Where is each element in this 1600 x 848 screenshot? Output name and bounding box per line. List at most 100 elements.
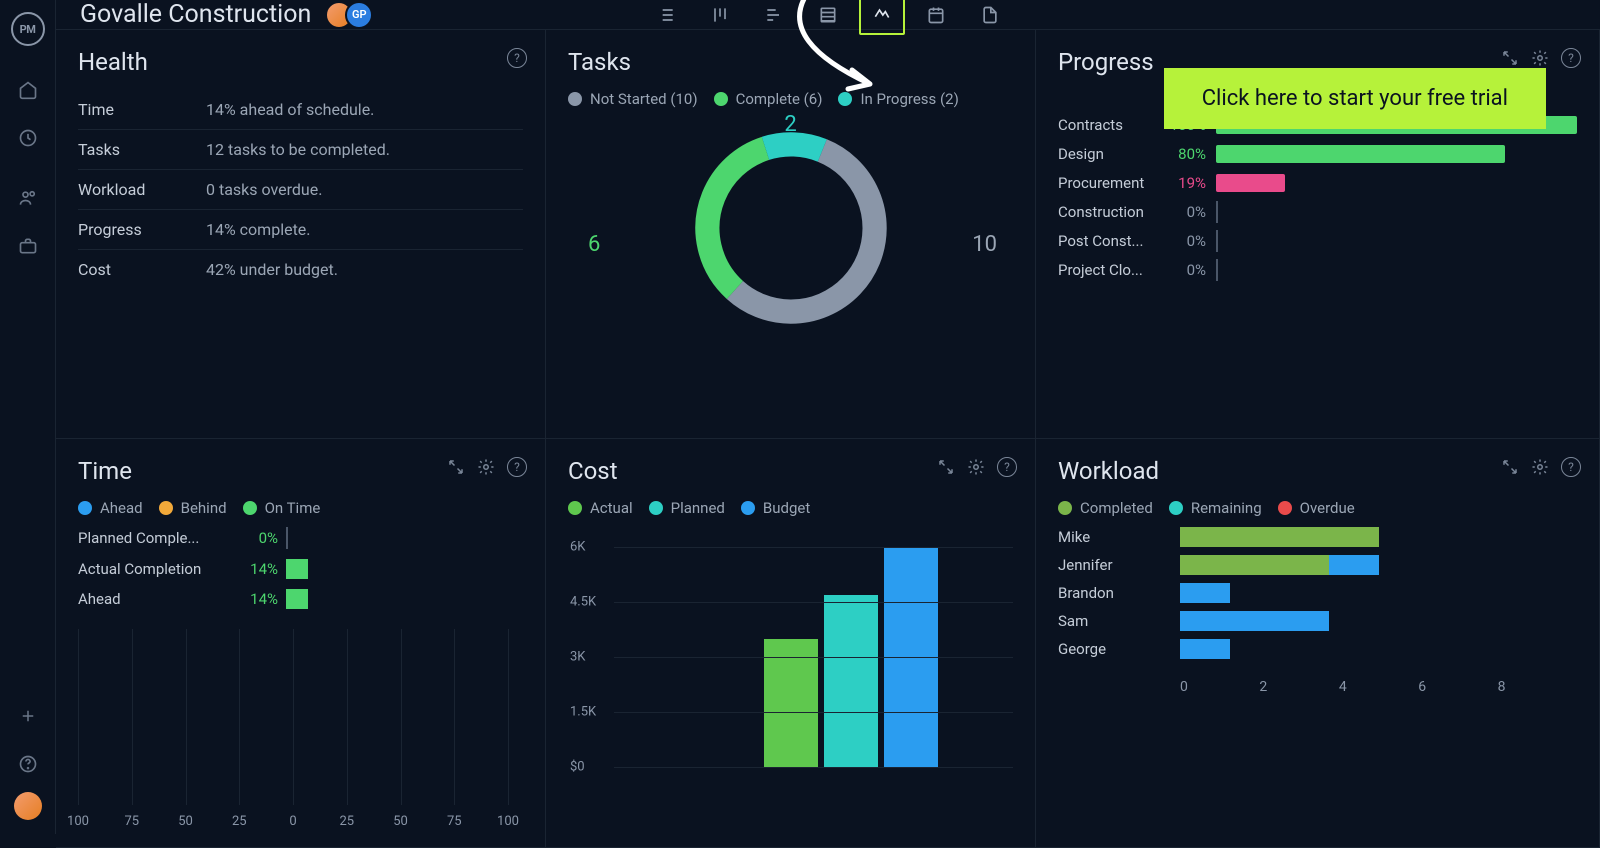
workload-bars xyxy=(1180,527,1577,547)
expand-icon[interactable] xyxy=(447,457,465,477)
legend-item[interactable]: Ahead xyxy=(78,499,143,517)
health-value: 14% complete. xyxy=(206,220,311,239)
gear-icon[interactable] xyxy=(967,457,985,477)
progress-pct: 0% xyxy=(1158,261,1206,279)
axis-label: 0 xyxy=(289,814,296,829)
health-row: Workload 0 tasks overdue. xyxy=(78,170,523,210)
briefcase-icon[interactable] xyxy=(8,226,48,266)
axis-label: 25 xyxy=(339,814,354,829)
workload-seg xyxy=(1180,639,1230,659)
time-pct: 14% xyxy=(228,560,278,578)
expand-icon[interactable] xyxy=(1501,457,1519,477)
progress-name: Contracts xyxy=(1058,116,1158,134)
legend-item[interactable]: In Progress (2) xyxy=(838,90,958,108)
legend-item[interactable]: Planned xyxy=(649,499,725,517)
legend-item[interactable]: On Time xyxy=(243,499,321,517)
legend-label: Behind xyxy=(181,499,227,517)
health-label: Workload xyxy=(78,180,206,199)
legend-dot xyxy=(568,92,582,106)
axis-label: 50 xyxy=(393,814,408,829)
avatar[interactable] xyxy=(14,792,42,820)
progress-row: Project Clo... 0% xyxy=(1058,261,1577,279)
axis-label: 75 xyxy=(124,814,139,829)
progress-name: Project Clo... xyxy=(1058,261,1158,279)
legend-item[interactable]: Behind xyxy=(159,499,227,517)
health-row: Time 14% ahead of schedule. xyxy=(78,90,523,130)
health-row: Progress 14% complete. xyxy=(78,210,523,250)
workload-name: Mike xyxy=(1058,528,1180,546)
gear-icon[interactable] xyxy=(1531,48,1549,68)
workload-name: George xyxy=(1058,640,1180,658)
progress-bar xyxy=(1216,203,1577,221)
plus-icon[interactable] xyxy=(8,696,48,736)
legend-dot xyxy=(1169,501,1183,515)
expand-icon[interactable] xyxy=(937,457,955,477)
legend-item[interactable]: Actual xyxy=(568,499,633,517)
expand-icon[interactable] xyxy=(1501,48,1519,68)
health-row: Cost 42% under budget. xyxy=(78,250,523,289)
health-card: Health ? Time 14% ahead of schedule. Tas… xyxy=(56,30,546,439)
axis-label: 4 xyxy=(1339,679,1418,695)
gear-icon[interactable] xyxy=(477,457,495,477)
time-bar xyxy=(286,589,308,609)
help-icon[interactable]: ? xyxy=(1561,457,1581,477)
clock-icon[interactable] xyxy=(8,118,48,158)
help-icon[interactable]: ? xyxy=(1561,48,1581,68)
axis-label: 50 xyxy=(178,814,193,829)
axis-label: 6K xyxy=(570,540,585,555)
legend-item[interactable]: Budget xyxy=(741,499,810,517)
axis-label: $0 xyxy=(570,760,585,775)
workload-row: Brandon xyxy=(1058,583,1577,603)
time-bar xyxy=(286,559,308,579)
progress-pct: 0% xyxy=(1158,232,1206,250)
legend-label: Ahead xyxy=(100,499,143,517)
donut-value: 10 xyxy=(972,232,997,257)
help-icon[interactable]: ? xyxy=(997,457,1017,477)
legend-item[interactable]: Not Started (10) xyxy=(568,90,698,108)
legend-item[interactable]: Remaining xyxy=(1169,499,1262,517)
progress-pct: 0% xyxy=(1158,203,1206,221)
workload-name: Sam xyxy=(1058,612,1180,630)
time-pct: 0% xyxy=(228,529,278,547)
axis-label: 75 xyxy=(447,814,462,829)
workload-row: Jennifer xyxy=(1058,555,1577,575)
workload-row: Sam xyxy=(1058,611,1577,631)
health-label: Tasks xyxy=(78,140,206,159)
donut-value: 6 xyxy=(588,232,600,257)
progress-pct: 19% xyxy=(1158,174,1206,192)
legend-item[interactable]: Completed xyxy=(1058,499,1153,517)
help-icon[interactable]: ? xyxy=(507,48,527,68)
avatar: GP xyxy=(345,1,373,29)
home-icon[interactable] xyxy=(8,70,48,110)
help-icon[interactable] xyxy=(8,744,48,784)
progress-bar xyxy=(1216,261,1577,279)
workload-row: George xyxy=(1058,639,1577,659)
legend-label: Planned xyxy=(671,499,725,517)
workload-bars xyxy=(1180,611,1577,631)
legend-label: Overdue xyxy=(1300,499,1355,517)
legend-item[interactable]: Complete (6) xyxy=(714,90,823,108)
workload-seg xyxy=(1180,611,1329,631)
legend-label: Budget xyxy=(763,499,810,517)
progress-pct: 80% xyxy=(1158,145,1206,163)
logo[interactable]: PM xyxy=(11,12,45,46)
tasks-card: Tasks Not Started (10) Complete (6) In P… xyxy=(546,30,1036,439)
legend-item[interactable]: Overdue xyxy=(1278,499,1355,517)
workload-seg xyxy=(1180,527,1379,547)
legend-label: Completed xyxy=(1080,499,1153,517)
time-row: Actual Completion 14% xyxy=(78,559,523,579)
progress-name: Construction xyxy=(1058,203,1158,221)
card-title: Tasks xyxy=(568,48,1013,76)
help-icon[interactable]: ? xyxy=(507,457,527,477)
legend-label: Complete (6) xyxy=(736,90,823,108)
avatar-group[interactable]: GP xyxy=(325,1,373,29)
cta-banner[interactable]: Click here to start your free trial xyxy=(1164,68,1546,129)
legend-label: Remaining xyxy=(1191,499,1262,517)
legend-dot xyxy=(243,501,257,515)
card-title: Health xyxy=(78,48,523,76)
people-icon[interactable] xyxy=(8,178,48,218)
health-label: Time xyxy=(78,100,206,119)
legend-dot xyxy=(568,501,582,515)
legend-label: In Progress (2) xyxy=(860,90,958,108)
gear-icon[interactable] xyxy=(1531,457,1549,477)
